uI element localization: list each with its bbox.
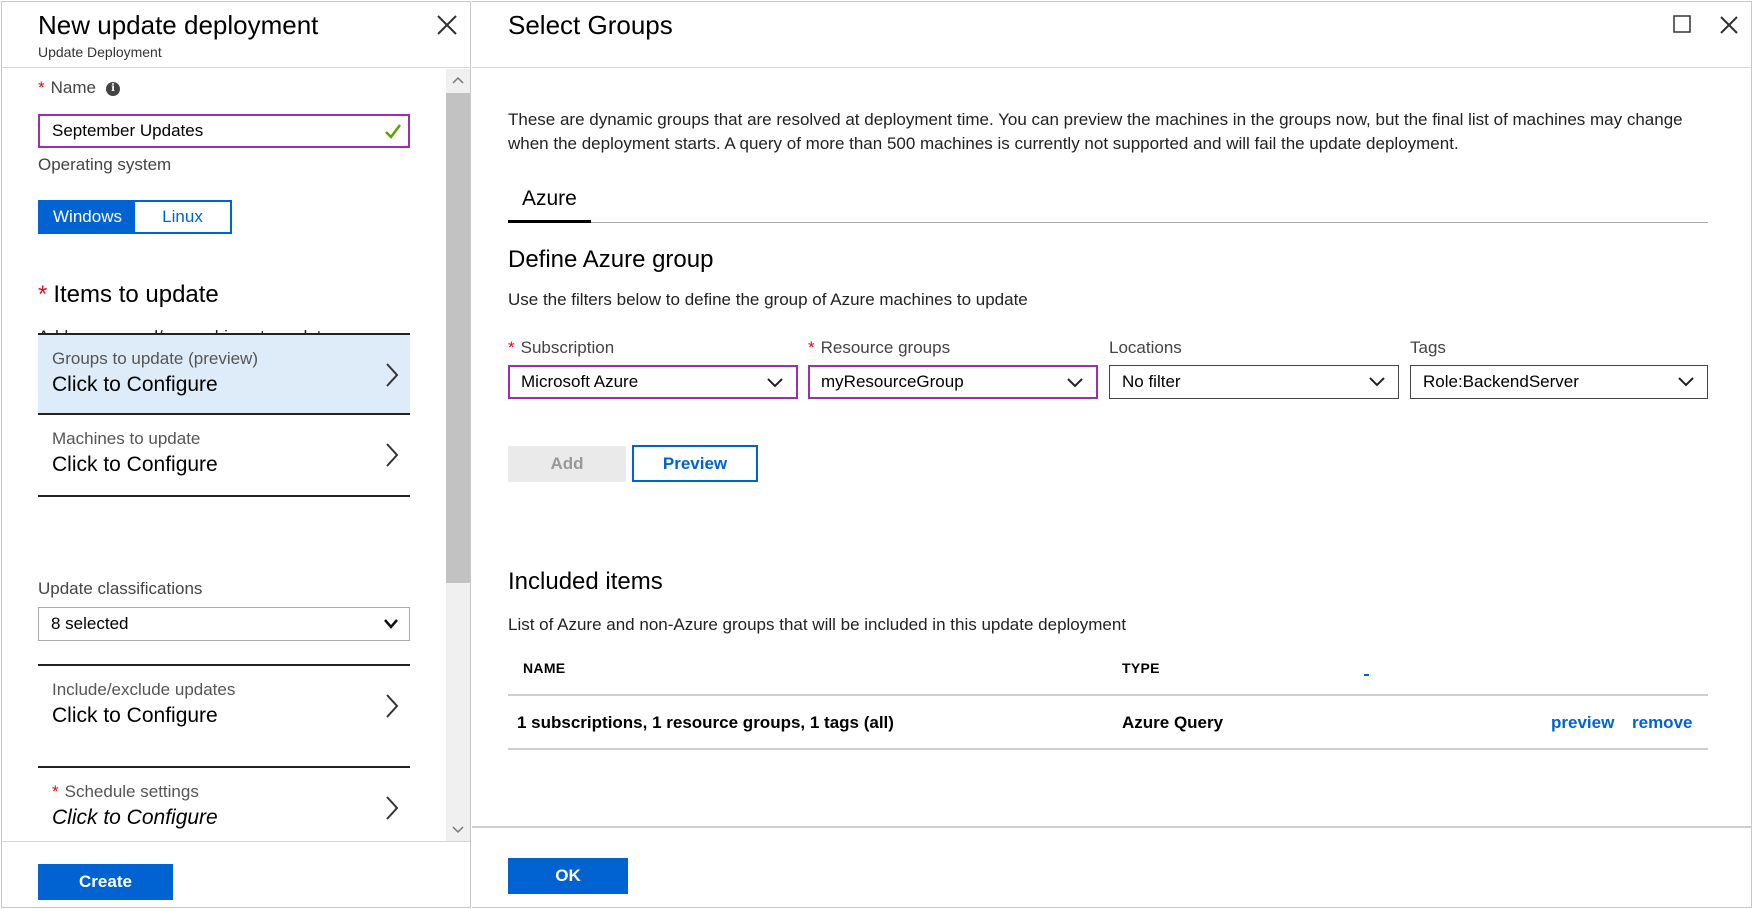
blade-header: Select Groups: [472, 2, 1751, 68]
classifications-label: Update classifications: [38, 579, 203, 598]
groups-to-update-label: Groups to update (preview): [52, 349, 258, 368]
tab-azure[interactable]: Azure: [508, 185, 591, 223]
subscription-label-text: Subscription: [520, 338, 615, 357]
intro-text: These are dynamic groups that are resolv…: [508, 110, 1683, 153]
locations-value: No filter: [1122, 372, 1181, 391]
included-items-heading: Included items: [508, 568, 663, 595]
resource-groups-label-text: Resource groups: [820, 338, 951, 357]
locations-dropdown[interactable]: No filter: [1109, 365, 1399, 399]
divider: [38, 495, 410, 497]
select-groups-blade: Select Groups These are dynamic groups t…: [472, 1, 1752, 908]
maximize-icon[interactable]: [1672, 14, 1692, 34]
row-name-cell: 1 subscriptions, 1 resource groups, 1 ta…: [517, 713, 894, 732]
blade-header: New update deployment Update Deployment: [2, 2, 470, 68]
groups-to-update-item[interactable]: Groups to update (preview) Click to Conf…: [38, 333, 410, 415]
checkmark-icon: [385, 124, 401, 139]
include-exclude-label: Include/exclude updates: [52, 680, 236, 699]
close-icon[interactable]: [1718, 14, 1740, 36]
blade-title: New update deployment: [38, 10, 319, 40]
machines-to-update-item[interactable]: Machines to update Click to Configure: [38, 415, 410, 497]
tags-dropdown[interactable]: Role:BackendServer: [1410, 365, 1708, 399]
table-row[interactable]: 1 subscriptions, 1 resource groups, 1 ta…: [508, 698, 1708, 750]
define-azure-group-heading: Define Azure group: [508, 246, 714, 273]
os-linux-option[interactable]: Linux: [135, 202, 230, 232]
blade-footer: OK: [472, 826, 1751, 908]
name-label: * Name i: [38, 78, 120, 98]
resource-groups-dropdown[interactable]: myResourceGroup: [808, 365, 1098, 399]
chevron-down-icon: [384, 619, 398, 629]
resource-groups-label: * Resource groups: [808, 338, 950, 358]
required-asterisk: *: [38, 281, 48, 308]
machines-to-update-label: Machines to update: [52, 429, 201, 448]
preview-button[interactable]: Preview: [632, 445, 758, 482]
schedule-settings-value: Click to Configure: [52, 806, 218, 829]
blade-content: * Name i September Updates Operating syste…: [2, 69, 470, 841]
chevron-down-icon: [1678, 377, 1694, 387]
locations-label: Locations: [1109, 338, 1182, 357]
new-update-deployment-blade: New update deployment Update Deployment …: [1, 1, 471, 908]
scroll-down-icon[interactable]: [446, 819, 470, 841]
blade-footer: Create: [2, 841, 470, 907]
subscription-label: * Subscription: [508, 338, 614, 358]
resource-groups-value: myResourceGroup: [821, 372, 964, 391]
required-asterisk: *: [508, 338, 515, 357]
items-to-update-heading: * Items to update: [38, 281, 219, 309]
portal-frame: New update deployment Update Deployment …: [0, 0, 1753, 909]
chevron-down-icon: [1369, 377, 1385, 387]
tags-value: Role:BackendServer: [1423, 372, 1579, 391]
blade-subtitle: Update Deployment: [38, 44, 162, 60]
name-label-text: Name: [50, 78, 96, 97]
create-button[interactable]: Create: [38, 864, 173, 900]
info-icon[interactable]: i: [105, 81, 120, 96]
subscription-value: Microsoft Azure: [521, 372, 639, 391]
row-type-cell: Azure Query: [1122, 713, 1224, 732]
chevron-down-icon: [767, 378, 783, 388]
chevron-right-icon: [386, 443, 399, 467]
table-header: NAME TYPE: [508, 650, 1708, 696]
row-preview-link[interactable]: preview: [1551, 713, 1614, 733]
required-asterisk: *: [808, 338, 815, 357]
included-items-description: List of Azure and non-Azure groups that …: [508, 615, 1127, 634]
ok-button[interactable]: OK: [508, 858, 628, 894]
os-label: Operating system: [38, 155, 172, 174]
name-input-value: September Updates: [52, 121, 204, 140]
chevron-right-icon: [386, 694, 399, 718]
required-asterisk: *: [52, 782, 59, 801]
chevron-down-icon: [1067, 378, 1083, 388]
scroll-up-icon[interactable]: [446, 69, 470, 91]
row-remove-link[interactable]: remove: [1632, 713, 1692, 733]
os-windows-option[interactable]: Windows: [40, 202, 135, 232]
include-exclude-value: Click to Configure: [52, 704, 218, 727]
classifications-dropdown[interactable]: 8 selected: [38, 607, 410, 641]
blade-title: Select Groups: [508, 10, 673, 40]
chevron-right-icon: [386, 796, 399, 820]
os-toggle: Windows Linux: [38, 200, 232, 234]
tab-bar: Azure: [508, 185, 1708, 223]
scrollbar[interactable]: [446, 69, 470, 841]
column-header-name[interactable]: NAME: [523, 660, 565, 676]
scrollbar-thumb[interactable]: [446, 93, 470, 583]
required-asterisk: *: [38, 78, 45, 97]
chevron-right-icon: [386, 363, 399, 387]
items-to-update-title: Items to update: [53, 281, 219, 308]
schedule-settings-label: * Schedule settings: [52, 782, 199, 802]
close-icon[interactable]: [434, 12, 460, 38]
name-input[interactable]: September Updates: [38, 114, 410, 148]
subscription-dropdown[interactable]: Microsoft Azure: [508, 365, 798, 399]
column-resize-handle[interactable]: [1364, 674, 1369, 676]
groups-to-update-value: Click to Configure: [52, 373, 218, 396]
define-azure-group-description: Use the filters below to define the grou…: [508, 290, 1028, 309]
include-exclude-item[interactable]: Include/exclude updates Click to Configu…: [38, 664, 410, 734]
schedule-settings-label-text: Schedule settings: [64, 782, 199, 801]
classifications-value: 8 selected: [51, 614, 129, 633]
tags-label: Tags: [1410, 338, 1446, 357]
schedule-settings-item[interactable]: * Schedule settings Click to Configure: [38, 766, 410, 841]
add-button[interactable]: Add: [508, 446, 626, 482]
machines-to-update-value: Click to Configure: [52, 453, 218, 476]
column-header-type[interactable]: TYPE: [1122, 660, 1160, 676]
